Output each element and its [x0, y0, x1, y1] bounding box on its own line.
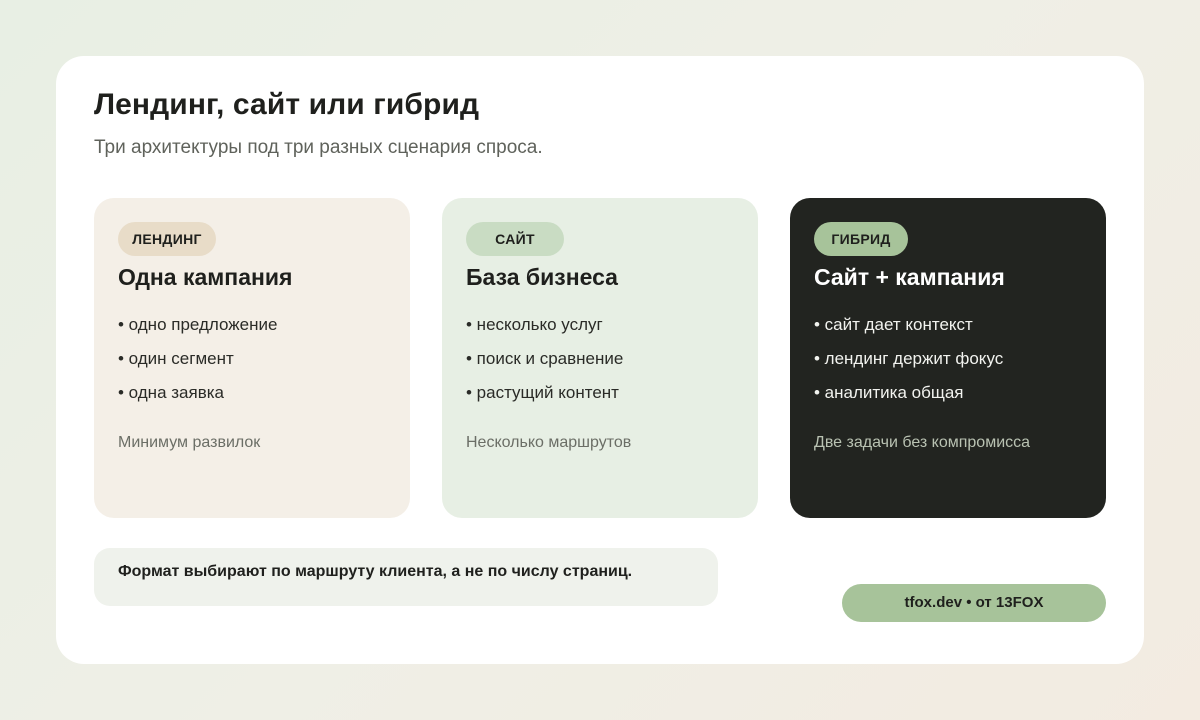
- bullet-item: • поиск и сравнение: [466, 349, 624, 368]
- bullet-item: • лендинг держит фокус: [814, 349, 1004, 368]
- bullet-item: • растущий контент: [466, 383, 619, 402]
- card-title-landing: Одна кампания: [118, 264, 293, 290]
- summary-note: Формат выбирают по маршруту клиента, а н…: [94, 548, 718, 606]
- card-bullets-landing: • одно предложение • один сегмент • одна…: [118, 308, 277, 410]
- page-title: Лендинг, сайт или гибрид: [94, 88, 480, 121]
- card-hybrid: ГИБРИД Сайт + кампания • сайт дает конте…: [790, 198, 1106, 518]
- card-landing: ЛЕНДИНГ Одна кампания • одно предложение…: [94, 198, 410, 518]
- card-footer-hybrid: Две задачи без компромисса: [814, 434, 1031, 451]
- bullet-item: • аналитика общая: [814, 383, 964, 402]
- card-footer-landing: Минимум развилок: [118, 434, 261, 451]
- attribution-badge: tfox.dev • от 13FOX: [842, 584, 1106, 622]
- card-site: САЙТ База бизнеса • несколько услуг • по…: [442, 198, 758, 518]
- content-panel: Лендинг, сайт или гибрид Три архитектуры…: [56, 56, 1144, 664]
- bullet-item: • сайт дает контекст: [814, 315, 973, 334]
- bullet-item: • одно предложение: [118, 315, 278, 334]
- card-tag-landing: ЛЕНДИНГ: [118, 222, 216, 256]
- bullet-item: • одна заявка: [118, 383, 224, 402]
- card-footer-site: Несколько маршрутов: [466, 434, 632, 451]
- page-subtitle: Три архитектуры под три разных сценария …: [94, 137, 543, 158]
- card-title-site: База бизнеса: [466, 264, 618, 290]
- bullet-item: • несколько услуг: [466, 315, 603, 334]
- card-bullets-hybrid: • сайт дает контекст • лендинг держит фо…: [814, 308, 1003, 410]
- card-tag-site: САЙТ: [466, 222, 564, 256]
- card-bullets-site: • несколько услуг • поиск и сравнение • …: [466, 308, 623, 410]
- bullet-item: • один сегмент: [118, 349, 234, 368]
- card-tag-hybrid: ГИБРИД: [814, 222, 908, 256]
- card-title-hybrid: Сайт + кампания: [814, 264, 1005, 290]
